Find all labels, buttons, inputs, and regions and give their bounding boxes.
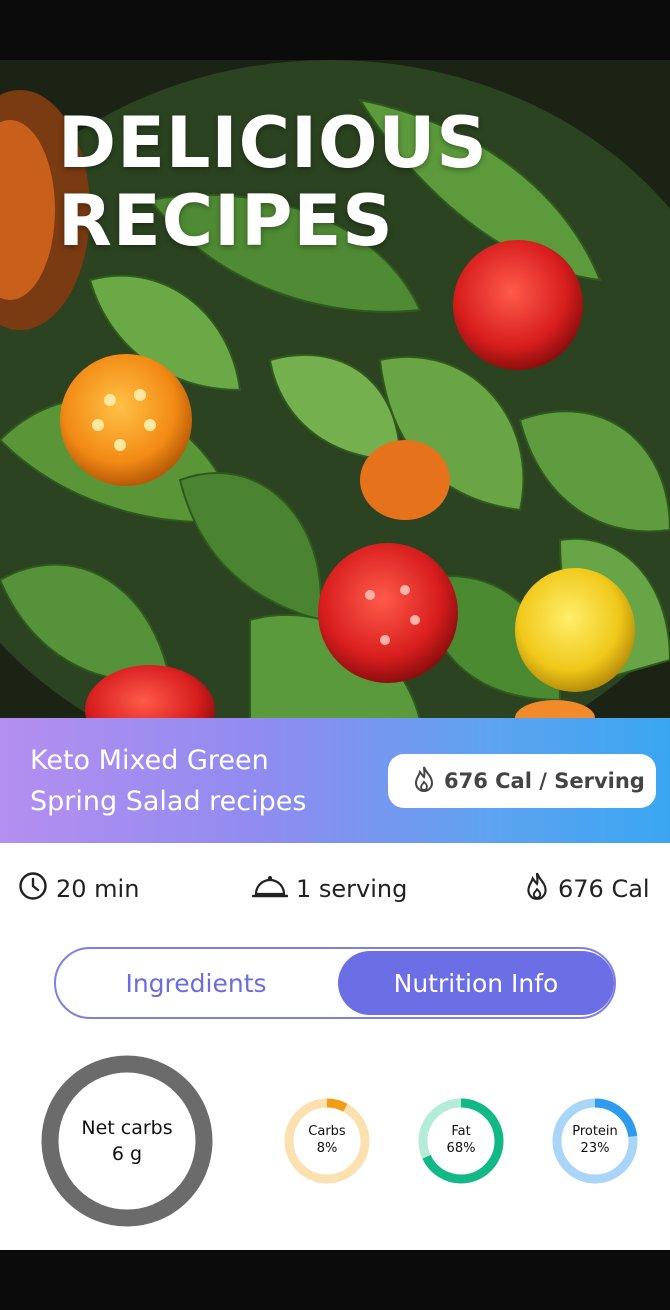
recipe-meta-row: 20 min 1 serving 676 Cal [0, 869, 670, 909]
hero-image: DELICIOUS RECIPES [0, 60, 670, 720]
macro-fat-name: Fat [451, 1124, 471, 1139]
recipe-tabs: Ingredients Nutrition Info [54, 947, 616, 1019]
time-value: 20 min [56, 875, 140, 903]
macro-protein-percent: 23% [580, 1141, 610, 1156]
nutrition-summary: Net carbs 6 g Carbs 8% Fat 68% Protein 2… [0, 1053, 670, 1233]
hero-title-line1: DELICIOUS [58, 102, 488, 184]
macro-protein-name: Protein [572, 1124, 618, 1139]
macro-protein-label-group: Protein 23% [555, 1123, 635, 1157]
cloche-icon [251, 872, 289, 906]
net-carbs-value: 6 g [111, 1143, 143, 1165]
net-carbs-label-group: Net carbs 6 g [57, 1115, 197, 1167]
calories-info: 676 Cal [524, 869, 650, 909]
macro-carbs-label-group: Carbs 8% [287, 1123, 367, 1157]
net-carbs-label: Net carbs [81, 1117, 173, 1139]
hero-title-line2: RECIPES [58, 180, 394, 262]
macro-carbs-name: Carbs [308, 1124, 346, 1139]
hero-title: DELICIOUS RECIPES [58, 104, 488, 260]
recipe-details: 20 min 1 serving 676 Cal Ingredients Nut… [0, 843, 670, 1250]
recipe-name: Keto Mixed Green Spring Salad recipes [30, 740, 370, 822]
macro-fat-label-group: Fat 68% [421, 1123, 501, 1157]
status-bar-area [0, 0, 670, 60]
calories-value: 676 Cal [558, 875, 650, 903]
calorie-pill-text: 676 Cal / Serving [444, 769, 645, 793]
time-info: 20 min [18, 869, 139, 909]
servings-value: 1 serving [296, 875, 408, 903]
recipe-banner: Keto Mixed Green Spring Salad recipes 67… [0, 718, 670, 843]
clock-icon [18, 871, 48, 907]
navigation-bar-area [0, 1250, 670, 1310]
tab-nutrition-info[interactable]: Nutrition Info [338, 951, 614, 1015]
tab-ingredients[interactable]: Ingredients [56, 949, 336, 1017]
macro-carbs-percent: 8% [316, 1141, 338, 1156]
macro-fat-percent: 68% [446, 1141, 476, 1156]
recipe-name-line1: Keto Mixed Green [30, 745, 269, 776]
flame-icon [412, 765, 436, 798]
servings-info: 1 serving [251, 869, 408, 909]
flame-icon [524, 871, 550, 907]
calorie-pill: 676 Cal / Serving [388, 754, 656, 808]
recipe-name-line2: Spring Salad recipes [30, 786, 307, 817]
